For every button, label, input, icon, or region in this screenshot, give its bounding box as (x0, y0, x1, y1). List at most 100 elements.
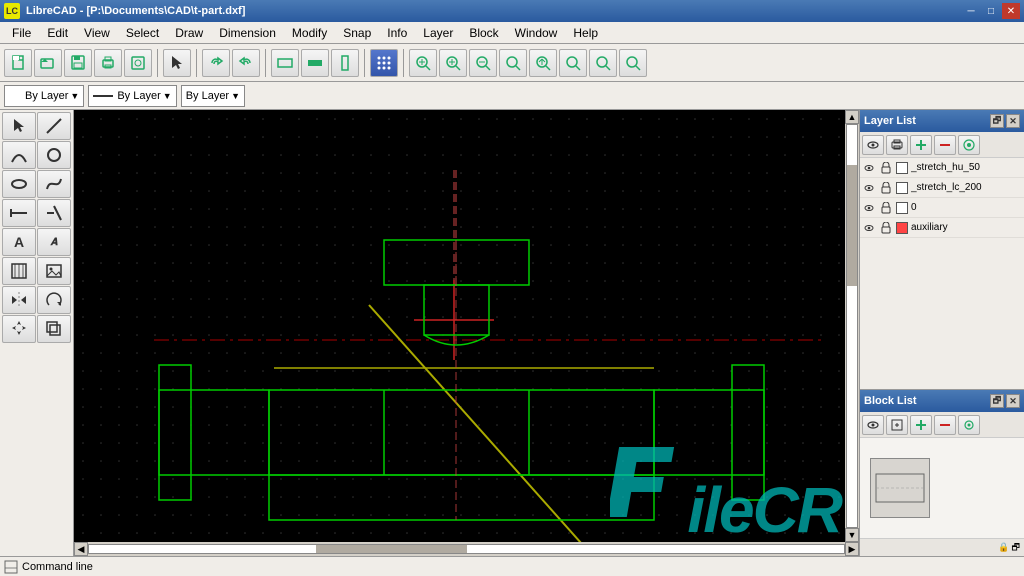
color-select[interactable]: By Layer ▼ (4, 85, 84, 107)
block-edit-btn[interactable] (886, 415, 908, 435)
zoom-all-button[interactable] (589, 49, 617, 77)
layer-list-close-btn[interactable]: ✕ (1006, 114, 1020, 128)
ellipse-tool[interactable] (2, 170, 36, 198)
restore-button[interactable]: □ (982, 3, 1000, 19)
layer-lock-icon[interactable] (879, 181, 893, 195)
layer-edit-btn[interactable] (958, 135, 980, 155)
minimize-button[interactable]: ─ (962, 3, 980, 19)
layer-item-stretch-hu[interactable]: _stretch_hu_50 (860, 158, 1024, 178)
layer-lock-icon[interactable] (879, 161, 893, 175)
block3-button[interactable] (331, 49, 359, 77)
color-dropdown-icon[interactable]: ▼ (70, 91, 79, 101)
text-tool[interactable]: A (2, 228, 36, 256)
hscroll-left-button[interactable]: ◀ (74, 542, 88, 556)
hscroll-right-button[interactable]: ▶ (845, 542, 859, 556)
block-list-header-btns[interactable]: 🗗 ✕ (990, 394, 1020, 408)
block-list-float-btn[interactable]: 🗗 (990, 394, 1004, 408)
linewidth-dropdown-icon[interactable]: ▼ (231, 91, 240, 101)
linewidth-select[interactable]: By Layer ▼ (181, 85, 245, 107)
undo-button[interactable] (202, 49, 230, 77)
block-list-close-btn[interactable]: ✕ (1006, 394, 1020, 408)
vertical-scrollbar[interactable]: ▲ ▼ (845, 110, 859, 542)
block-list-content[interactable] (860, 438, 1024, 538)
image-tool[interactable] (37, 257, 71, 285)
copy-tool[interactable] (37, 315, 71, 343)
zoom-pan-button[interactable] (529, 49, 557, 77)
circle-tool[interactable] (37, 141, 71, 169)
trim-tool[interactable] (37, 199, 71, 227)
layer-print-btn[interactable] (886, 135, 908, 155)
spline-tool[interactable] (37, 170, 71, 198)
print-preview-button[interactable] (124, 49, 152, 77)
rotate-tool[interactable] (37, 286, 71, 314)
menu-block[interactable]: Block (461, 24, 506, 42)
mirror-tool[interactable] (2, 286, 36, 314)
zoom-window-button[interactable] (499, 49, 527, 77)
block1-button[interactable] (271, 49, 299, 77)
menu-view[interactable]: View (76, 24, 118, 42)
select-tool[interactable] (2, 112, 36, 140)
horizontal-scrollbar[interactable]: ◀ ▶ (74, 542, 859, 556)
block-remove-btn[interactable] (934, 415, 956, 435)
hatch-tool[interactable] (2, 257, 36, 285)
menu-help[interactable]: Help (565, 24, 606, 42)
vscroll-down-button[interactable]: ▼ (845, 528, 859, 542)
vscroll-track[interactable] (846, 124, 858, 528)
layer-lock-icon[interactable] (879, 201, 893, 215)
pointer-button[interactable] (163, 49, 191, 77)
block-insert-btn[interactable] (958, 415, 980, 435)
linetype-dropdown-icon[interactable]: ▼ (163, 91, 172, 101)
menu-window[interactable]: Window (507, 24, 566, 42)
polyline-tool[interactable] (2, 199, 36, 227)
vscroll-up-button[interactable]: ▲ (845, 110, 859, 124)
close-button[interactable]: ✕ (1002, 3, 1020, 19)
linetype-select[interactable]: By Layer ▼ (88, 85, 176, 107)
menu-info[interactable]: Info (379, 24, 415, 42)
block-eye-btn[interactable] (862, 415, 884, 435)
layer-add-btn[interactable] (910, 135, 932, 155)
menu-layer[interactable]: Layer (415, 24, 461, 42)
layer-item-0[interactable]: 0 (860, 198, 1024, 218)
layer-list-float-btn[interactable]: 🗗 (990, 114, 1004, 128)
layer-lock-icon[interactable] (879, 221, 893, 235)
layer-eye-icon[interactable] (862, 201, 876, 215)
menu-file[interactable]: File (4, 24, 39, 42)
hscroll-thumb[interactable] (316, 545, 467, 553)
move-tool[interactable] (2, 315, 36, 343)
block-thumbnail[interactable] (870, 458, 930, 518)
zoom-in-button[interactable] (439, 49, 467, 77)
line-tool[interactable] (37, 112, 71, 140)
cad-canvas-area[interactable]: ileCR (74, 110, 845, 542)
menu-modify[interactable]: Modify (284, 24, 335, 42)
zoom-out-button[interactable] (469, 49, 497, 77)
layer-eye-all-btn[interactable] (862, 135, 884, 155)
layer-eye-icon[interactable] (862, 221, 876, 235)
layer-eye-icon[interactable] (862, 161, 876, 175)
new-button[interactable] (4, 49, 32, 77)
menu-edit[interactable]: Edit (39, 24, 76, 42)
menu-snap[interactable]: Snap (335, 24, 379, 42)
print-button[interactable] (94, 49, 122, 77)
vscroll-thumb[interactable] (847, 165, 857, 286)
arc-tool[interactable] (2, 141, 36, 169)
layer-item-stretch-lc[interactable]: _stretch_lc_200 (860, 178, 1024, 198)
layer-eye-icon[interactable] (862, 181, 876, 195)
layer-remove-btn[interactable] (934, 135, 956, 155)
zoom-prev-button[interactable] (619, 49, 647, 77)
layer-item-auxiliary[interactable]: auxiliary (860, 218, 1024, 238)
save-button[interactable] (64, 49, 92, 77)
menu-select[interactable]: Select (118, 24, 167, 42)
block-add-btn[interactable] (910, 415, 932, 435)
open-button[interactable] (34, 49, 62, 77)
realtime-zoom-button[interactable] (409, 49, 437, 77)
hscroll-track[interactable] (88, 544, 845, 554)
snap-grid-button[interactable] (370, 49, 398, 77)
block2-button[interactable] (301, 49, 329, 77)
layer-list-header-btns[interactable]: 🗗 ✕ (990, 114, 1020, 128)
titlebar-controls[interactable]: ─ □ ✕ (962, 3, 1020, 19)
zoom-fit-button[interactable] (559, 49, 587, 77)
text-big-tool[interactable]: 𝐀 (37, 228, 71, 256)
menu-draw[interactable]: Draw (167, 24, 211, 42)
menu-dimension[interactable]: Dimension (211, 24, 284, 42)
redo-button[interactable] (232, 49, 260, 77)
